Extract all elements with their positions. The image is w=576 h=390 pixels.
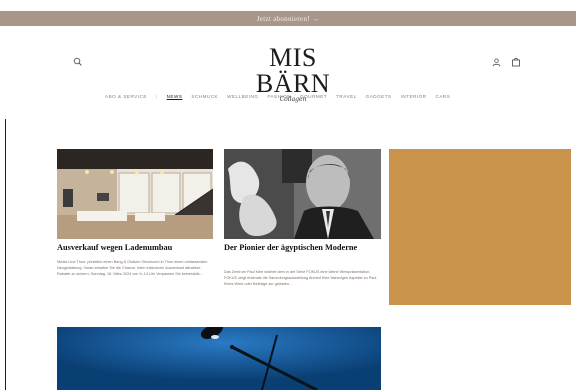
article-image-portrait[interactable] xyxy=(224,149,381,239)
article-title[interactable]: Der Pionier der ägyptischen Moderne xyxy=(224,243,384,253)
main-nav: ABO & SERVICE | NEWS SCHMUCK WELLBEING F… xyxy=(105,94,450,99)
nav-item-news[interactable]: NEWS xyxy=(167,94,183,99)
nav-separator: | xyxy=(155,94,158,99)
article-image-lamp[interactable] xyxy=(57,327,381,390)
nav-item-travel[interactable]: TRAVEL xyxy=(336,94,357,99)
nav-item-cars[interactable]: CARS xyxy=(436,94,451,99)
search-icon[interactable] xyxy=(73,57,83,67)
account-icon[interactable] xyxy=(492,58,501,67)
cart-icon[interactable] xyxy=(511,57,521,67)
announcement-bar: Jetzt abonnieren! → xyxy=(0,11,576,26)
announcement-link[interactable]: Jetzt abonnieren! → xyxy=(257,15,319,23)
page-left-border xyxy=(5,119,6,390)
nav-item-abo-service[interactable]: ABO & SERVICE xyxy=(105,94,147,99)
article-image-showroom[interactable] xyxy=(57,149,213,239)
nav-item-wellbeing[interactable]: WELLBEING xyxy=(227,94,258,99)
nav-item-gadgets[interactable]: GADGETS xyxy=(366,94,392,99)
logo-wordmark: MIS BÄRN xyxy=(255,43,331,98)
nav-item-schmuck[interactable]: SCHMUCK xyxy=(191,94,218,99)
promo-block[interactable] xyxy=(389,149,571,305)
article-title[interactable]: Ausverkauf wegen Ladenumbau xyxy=(57,243,217,253)
nav-item-gourmet[interactable]: GOURMET xyxy=(300,94,327,99)
article-excerpt: Media Line Thun: pünktlich einen Bang & … xyxy=(57,260,208,276)
article-excerpt: Das Zentrum Paul Klee widmet dem in der … xyxy=(224,270,377,286)
nav-item-fashion[interactable]: FASHION xyxy=(267,94,291,99)
nav-item-interior[interactable]: INTERIOR xyxy=(401,94,427,99)
